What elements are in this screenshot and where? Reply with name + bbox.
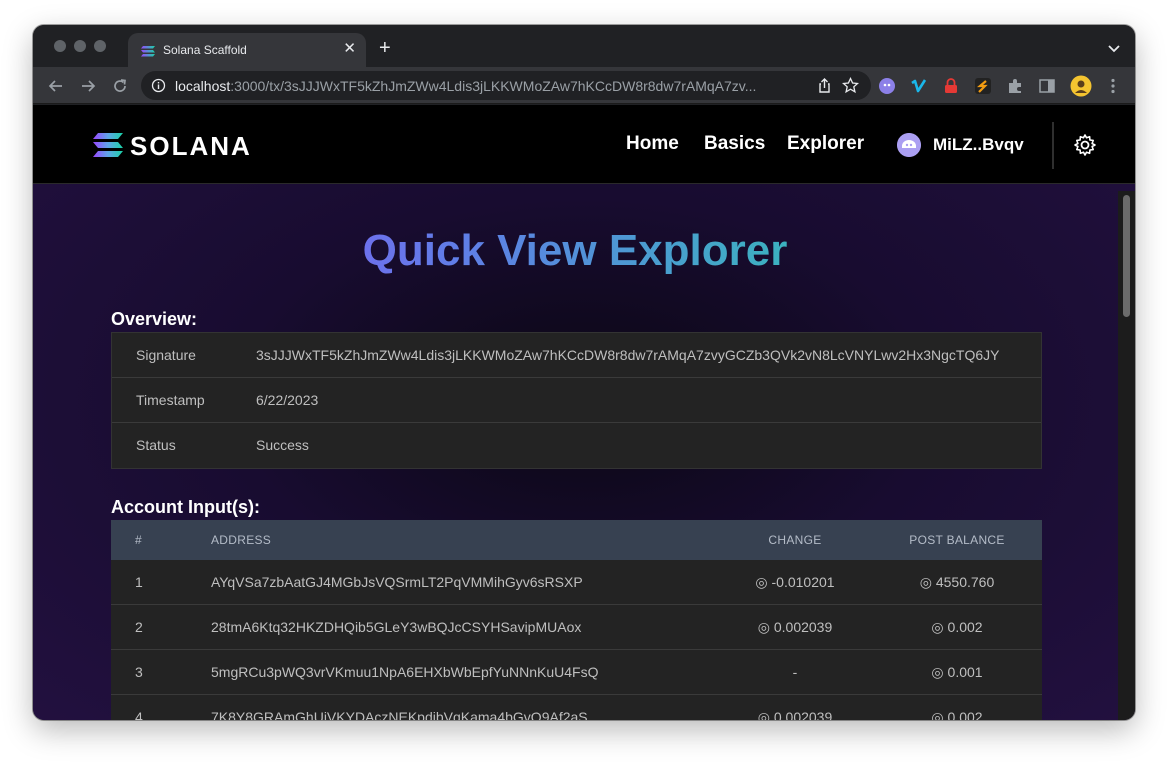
table-row: 4 7K8Y8GRAmGhUjVKYDAczNEKpdibVqKama4bGvQ… xyxy=(111,695,1042,720)
address-bar[interactable]: localhost:3000/tx/3sJJJWxTF5kZhJmZWw4Ldi… xyxy=(141,71,871,100)
row-index: 1 xyxy=(135,574,143,590)
phantom-extension-icon[interactable] xyxy=(878,77,896,95)
row-index: 3 xyxy=(135,664,143,680)
row-address: 5mgRCu3pWQ3vrVKmuu1NpA6EHXbWbEpfYuNNnKuU… xyxy=(211,664,599,680)
row-address: 28tmA6Ktq32HKZDHQib5GLeY3wBQJcCSYHSavipM… xyxy=(211,619,582,635)
browser-window: Solana Scaffold ✕ + localhost:3000/tx/3s… xyxy=(33,25,1135,720)
column-header-change: CHANGE xyxy=(768,533,822,547)
tab-strip: Solana Scaffold ✕ + xyxy=(33,25,1135,67)
share-icon[interactable] xyxy=(816,77,833,94)
overview-label: Timestamp xyxy=(136,392,205,408)
column-header-index: # xyxy=(135,533,142,547)
reload-icon[interactable] xyxy=(111,77,129,95)
site-navbar: SOLANA Home Basics Explorer MiLZ..Bvqv xyxy=(33,105,1135,184)
row-index: 4 xyxy=(135,709,143,720)
scrollbar-thumb[interactable] xyxy=(1123,195,1130,317)
table-row: 3 5mgRCu3pWQ3vrVKmuu1NpA6EHXbWbEpfYuNNnK… xyxy=(111,650,1042,695)
nav-explorer-link[interactable]: Explorer xyxy=(787,133,864,155)
status-value: Success xyxy=(256,437,309,453)
column-header-address: ADDRESS xyxy=(211,533,272,547)
site-info-icon[interactable] xyxy=(151,78,166,93)
gear-icon[interactable] xyxy=(1073,133,1097,157)
logo-text[interactable]: SOLANA xyxy=(130,131,252,162)
solana-favicon-icon xyxy=(141,46,155,57)
row-change: - xyxy=(792,664,798,680)
profile-avatar-icon[interactable] xyxy=(1070,75,1092,97)
zoom-window-button[interactable] xyxy=(94,40,106,52)
page-content: SOLANA Home Basics Explorer MiLZ..Bvqv Q… xyxy=(33,105,1135,720)
url-path: :3000/tx/3sJJJWxTF5kZhJmZWw4Ldis3jLKKWMo… xyxy=(230,78,757,94)
s-extension-icon[interactable] xyxy=(974,77,992,95)
timestamp-value: 6/22/2023 xyxy=(256,392,319,408)
browser-toolbar: localhost:3000/tx/3sJJJWxTF5kZhJmZWw4Ldi… xyxy=(33,67,1135,104)
overview-row-timestamp: Timestamp 6/22/2023 xyxy=(112,378,1041,423)
tab-close-icon[interactable]: ✕ xyxy=(343,40,356,58)
row-address: AYqVSa7zbAatGJ4MGbJsVQSrmLT2PqVMMihGyv6s… xyxy=(211,574,583,590)
bookmark-star-icon[interactable] xyxy=(842,77,859,94)
table-row: 1 AYqVSa7zbAatGJ4MGbJsVQSrmLT2PqVMMihGyv… xyxy=(111,560,1042,605)
overview-label: Status xyxy=(136,437,176,453)
url-text: localhost:3000/tx/3sJJJWxTF5kZhJmZWw4Ldi… xyxy=(175,78,795,94)
nav-basics-link[interactable]: Basics xyxy=(704,133,765,155)
row-post-balance: ◎ 4550.760 xyxy=(919,574,995,590)
account-inputs-table: # ADDRESS CHANGE POST BALANCE 1 AYqVSa7z… xyxy=(111,520,1042,720)
tab-title: Solana Scaffold xyxy=(163,43,247,57)
signature-value: 3sJJJWxTF5kZhJmZWw4Ldis3jLKKWMoZAw7hKCcD… xyxy=(256,347,1000,363)
overview-title: Overview: xyxy=(111,309,198,329)
table-row: 2 28tmA6Ktq32HKZDHQib5GLeY3wBQJcCSYHSavi… xyxy=(111,605,1042,650)
row-index: 2 xyxy=(135,619,143,635)
page-scrollbar[interactable] xyxy=(1118,191,1135,720)
row-change: ◎ 0.002039 xyxy=(757,709,833,720)
close-window-button[interactable] xyxy=(54,40,66,52)
tab-solana-scaffold[interactable]: Solana Scaffold ✕ xyxy=(128,33,366,67)
forward-arrow-icon[interactable] xyxy=(79,77,97,95)
solana-logo-icon[interactable] xyxy=(93,132,123,158)
overview-label: Signature xyxy=(136,347,196,363)
overview-row-status: Status Success xyxy=(112,423,1041,468)
row-address: 7K8Y8GRAmGhUjVKYDAczNEKpdibVqKama4bGvQ9A… xyxy=(211,709,588,720)
more-menu-icon[interactable] xyxy=(1104,77,1122,95)
row-change: ◎ 0.002039 xyxy=(757,619,833,635)
page-heading: Quick View Explorer xyxy=(33,225,1117,277)
lock-extension-icon[interactable] xyxy=(942,77,960,95)
row-post-balance: ◎ 0.001 xyxy=(931,664,983,680)
phantom-wallet-icon xyxy=(897,133,921,157)
row-post-balance: ◎ 0.002 xyxy=(931,619,983,635)
side-panel-icon[interactable] xyxy=(1038,77,1056,95)
url-host: localhost xyxy=(175,78,231,94)
minimize-window-button[interactable] xyxy=(74,40,86,52)
wallet-address: MiLZ..Bvqv xyxy=(933,135,1024,154)
back-arrow-icon[interactable] xyxy=(47,77,65,95)
nav-home-link[interactable]: Home xyxy=(626,133,679,155)
new-tab-button[interactable]: + xyxy=(379,38,391,58)
puzzle-extensions-icon[interactable] xyxy=(1006,77,1024,95)
navbar-divider xyxy=(1052,122,1054,169)
table-header: # ADDRESS CHANGE POST BALANCE xyxy=(111,520,1042,560)
vimeo-extension-icon[interactable] xyxy=(910,77,928,95)
account-inputs-title: Account Input(s): xyxy=(111,497,260,517)
column-header-post-balance: POST BALANCE xyxy=(909,533,1005,547)
row-post-balance: ◎ 0.002 xyxy=(931,709,983,720)
chevron-down-icon[interactable] xyxy=(1107,41,1121,55)
overview-table: Signature 3sJJJWxTF5kZhJmZWw4Ldis3jLKKWM… xyxy=(111,332,1042,469)
row-change: ◎ -0.010201 xyxy=(755,574,835,590)
overview-row-signature: Signature 3sJJJWxTF5kZhJmZWw4Ldis3jLKKWM… xyxy=(112,333,1041,378)
